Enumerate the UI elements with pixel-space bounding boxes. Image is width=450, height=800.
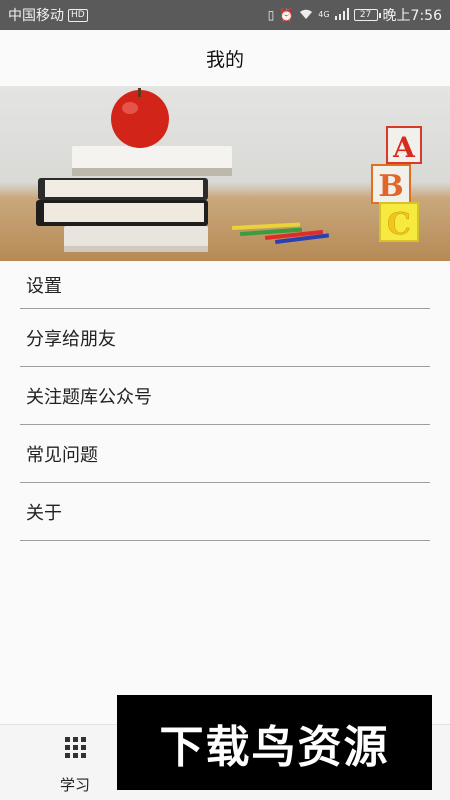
status-icons: ▯ ⏰ 4G 27 晚上7:56 — [268, 5, 442, 25]
menu-item-about[interactable]: 关于 — [20, 483, 430, 541]
carrier-info: 中国移动 HD — [8, 5, 88, 25]
menu-item-settings[interactable]: 设置 — [20, 261, 430, 309]
menu-item-label: 设置 — [26, 275, 62, 297]
watermark-text: 下载鸟资源 — [159, 721, 390, 773]
carrier-name: 中国移动 — [8, 8, 64, 24]
nav-label: 学习 — [59, 776, 90, 794]
signal-icon — [334, 7, 349, 23]
menu-item-share[interactable]: 分享给朋友 — [20, 309, 430, 367]
hd-badge: HD — [68, 8, 88, 22]
banner-illustration: A B C — [36, 88, 422, 252]
block-letter-a: A — [392, 131, 416, 164]
menu-list: 设置 分享给朋友 关注题库公众号 常见问题 关于 — [0, 261, 450, 541]
menu-item-faq[interactable]: 常见问题 — [20, 425, 430, 483]
page-title: 我的 — [205, 48, 244, 71]
clock: 晚上7:56 — [382, 8, 442, 24]
banner-image: A B C — [0, 86, 450, 261]
network-type: 4G — [318, 10, 330, 19]
grid-icon — [64, 737, 86, 758]
block-letter-b: B — [378, 169, 403, 204]
block-letter-c: C — [387, 207, 411, 242]
watermark-logo: 下载鸟资源 — [117, 695, 432, 790]
nav-item-study[interactable]: 学习 — [30, 733, 120, 797]
battery-icon: 27 — [353, 9, 381, 21]
vibrate-icon: ▯ — [267, 8, 275, 22]
wifi-icon — [299, 8, 313, 23]
menu-item-label: 关注题库公众号 — [26, 386, 152, 408]
alarm-icon: ⏰ — [279, 8, 295, 22]
page-header: 我的 — [0, 30, 450, 86]
status-bar: 中国移动 HD ▯ ⏰ 4G 27 晚上7:56 — [0, 0, 450, 30]
menu-item-label: 关于 — [26, 502, 62, 524]
menu-item-follow-official-account[interactable]: 关注题库公众号 — [20, 367, 430, 425]
menu-item-label: 分享给朋友 — [26, 328, 116, 350]
menu-item-label: 常见问题 — [26, 444, 98, 466]
